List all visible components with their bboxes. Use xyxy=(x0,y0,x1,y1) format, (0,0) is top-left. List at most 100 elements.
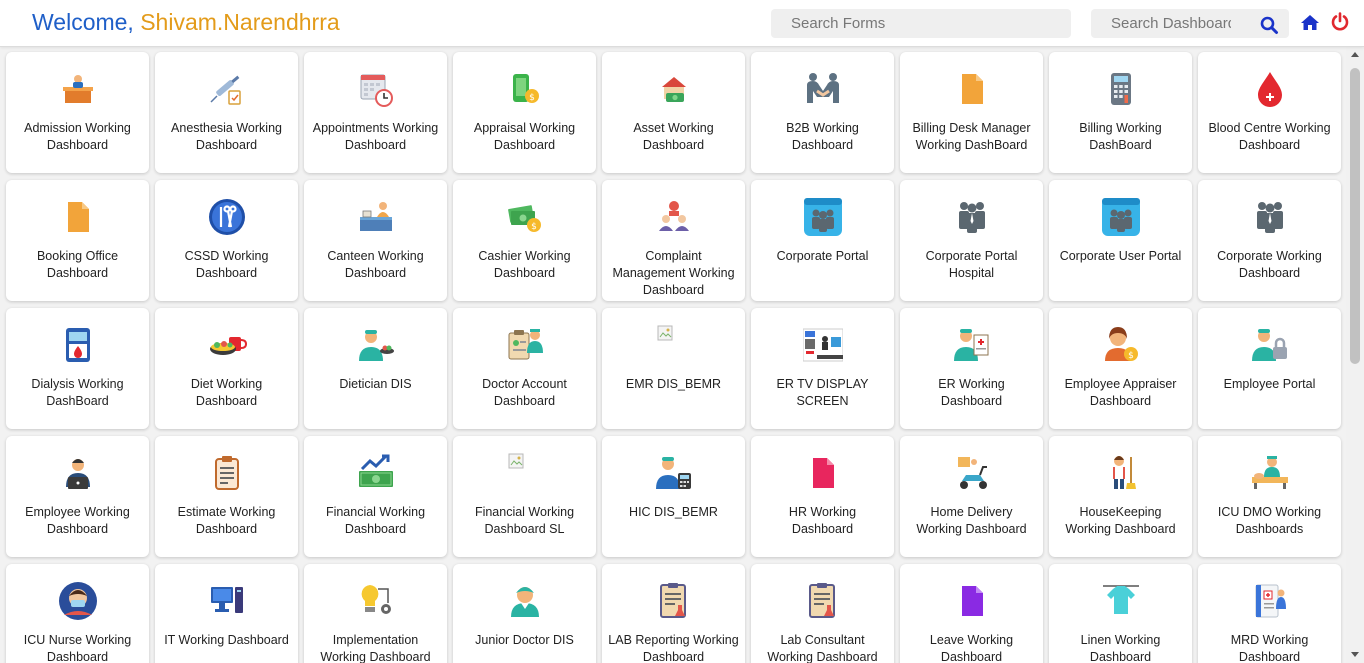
dashboard-tile[interactable]: B2B Working Dashboard xyxy=(751,52,894,173)
dashboard-tile-label: Corporate User Portal xyxy=(1059,249,1182,263)
dashboard-tile[interactable]: EMR DIS_BEMR xyxy=(602,308,745,429)
dashboard-tile[interactable]: Financial Working Dashboard xyxy=(304,436,447,557)
dashboard-tile[interactable]: Financial Working Dashboard SL xyxy=(453,436,596,557)
broken-image-icon xyxy=(654,325,694,365)
dashboard-tile[interactable]: ER TV DISPLAY SCREEN xyxy=(751,308,894,429)
housekeeper-icon xyxy=(1101,453,1141,493)
junior-doctor-icon xyxy=(505,581,545,621)
top-header: Welcome, Shivam.Narendhrra xyxy=(0,0,1364,47)
dashboard-tile[interactable]: Junior Doctor DIS xyxy=(453,564,596,663)
scroll-down-arrow[interactable] xyxy=(1351,652,1359,657)
dashboard-tile[interactable]: Corporate Working Dashboard xyxy=(1198,180,1341,301)
dashboard-tile[interactable]: Booking Office Dashboard xyxy=(6,180,149,301)
dashboard-tile[interactable]: Asset Working Dashboard xyxy=(602,52,745,173)
dashboard-tile[interactable]: HIC DIS_BEMR xyxy=(602,436,745,557)
scroll-up-arrow[interactable] xyxy=(1351,52,1359,57)
calculator-icon xyxy=(1101,69,1141,109)
dashboard-tile-label: Corporate Portal Hospital xyxy=(925,249,1018,280)
dashboard-tile-label: Anesthesia Working Dashboard xyxy=(171,121,282,152)
dashboard-tile[interactable]: $ Employee Appraiser Dashboard xyxy=(1049,308,1192,429)
dashboard-tile-label: Canteen Working Dashboard xyxy=(327,249,424,280)
dashboard-tile[interactable]: IT Working Dashboard xyxy=(155,564,298,663)
dashboard-tile[interactable]: Leave Working Dashboard xyxy=(900,564,1043,663)
dashboard-tile[interactable]: ICU DMO Working Dashboards xyxy=(1198,436,1341,557)
dashboard-tile[interactable]: Appointments Working Dashboard xyxy=(304,52,447,173)
dashboard-tile[interactable]: Corporate Portal xyxy=(751,180,894,301)
dashboard-tile[interactable]: $ Appraisal Working Dashboard xyxy=(453,52,596,173)
search-forms-input[interactable] xyxy=(771,9,1071,38)
dashboard-tile[interactable]: Diet Working Dashboard xyxy=(155,308,298,429)
dashboard-tile-label: Doctor Account Dashboard xyxy=(482,377,567,408)
lab-report-icon xyxy=(654,581,694,621)
doctor-calculator-icon xyxy=(654,453,694,493)
home-icon[interactable] xyxy=(1300,13,1320,33)
dashboard-tile[interactable]: ER Working Dashboard xyxy=(900,308,1043,429)
vertical-scrollbar[interactable] xyxy=(1346,46,1364,663)
dashboard-tile[interactable]: HouseKeeping Working Dashboard xyxy=(1049,436,1192,557)
dashboard-tile[interactable]: Corporate Portal Hospital xyxy=(900,180,1043,301)
document-pink-icon xyxy=(803,453,843,493)
dashboard-tile[interactable]: Lab Consultant Working Dashboard xyxy=(751,564,894,663)
cash-coins-icon: $ xyxy=(505,197,545,237)
dashboard-tile-label: Junior Doctor DIS xyxy=(475,633,574,647)
dashboard-tile[interactable]: Implementation Working Dashboard xyxy=(304,564,447,663)
dashboard-tile-label: Employee Working Dashboard xyxy=(25,505,130,536)
welcome-message: Welcome, Shivam.Narendhrra xyxy=(32,9,340,36)
dashboard-tile[interactable]: MRD Working Dashboard xyxy=(1198,564,1341,663)
dashboard-tile[interactable]: $ Cashier Working Dashboard xyxy=(453,180,596,301)
search-icon[interactable] xyxy=(1259,15,1279,35)
complaint-people-icon xyxy=(654,197,694,237)
dashboard-tile[interactable]: Doctor Account Dashboard xyxy=(453,308,596,429)
dashboard-tile-label: ICU DMO Working Dashboards xyxy=(1217,505,1322,536)
dashboard-tile[interactable]: LAB Reporting Working Dashboard xyxy=(602,564,745,663)
blood-drop-icon xyxy=(1250,69,1290,109)
dashboard-tile-label: Estimate Working Dashboard xyxy=(177,505,276,536)
clipboard-icon xyxy=(207,453,247,493)
dashboard-tile[interactable]: CSSD Working Dashboard xyxy=(155,180,298,301)
dashboard-tile-label: Employee Appraiser Dashboard xyxy=(1064,377,1177,408)
app-window: Welcome, Shivam.Narendhrra Admission Wor… xyxy=(0,0,1364,663)
scroll-thumb[interactable] xyxy=(1350,68,1360,364)
dashboard-tile[interactable]: Dietician DIS xyxy=(304,308,447,429)
dashboard-tile[interactable]: Estimate Working Dashboard xyxy=(155,436,298,557)
employee-coin-icon: $ xyxy=(1101,325,1141,365)
document-purple-icon xyxy=(952,581,992,621)
dashboard-tile[interactable]: Admission Working Dashboard xyxy=(6,52,149,173)
dashboard-tile[interactable]: Billing Working DashBoard xyxy=(1049,52,1192,173)
delivery-scooter-icon xyxy=(952,453,992,493)
dashboard-tile-label: Financial Working Dashboard xyxy=(325,505,426,536)
document-icon xyxy=(58,197,98,237)
dashboard-tile-label: ICU Nurse Working Dashboard xyxy=(23,633,132,663)
dashboard-tile-label: Billing Working DashBoard xyxy=(1079,121,1162,152)
dashboard-tile[interactable]: Home Delivery Working Dashboard xyxy=(900,436,1043,557)
admission-desk-icon xyxy=(58,69,98,109)
dashboard-tile[interactable]: Employee Portal xyxy=(1198,308,1341,429)
dashboard-tile-label: Complaint Management Working Dashboard xyxy=(612,249,735,297)
dashboard-grid: Admission Working Dashboard Anesthesia Wo… xyxy=(6,52,1343,663)
dashboard-tile[interactable]: Employee Working Dashboard xyxy=(6,436,149,557)
doctor-clipboard-icon xyxy=(505,325,545,365)
dashboard-tile[interactable]: Anesthesia Working Dashboard xyxy=(155,52,298,173)
dashboard-tile-label: Asset Working Dashboard xyxy=(633,121,714,152)
dashboard-tile-label: HouseKeeping Working Dashboard xyxy=(1065,505,1176,536)
dashboard-tile[interactable]: HR Working Dashboard xyxy=(751,436,894,557)
document-icon xyxy=(952,69,992,109)
corporate-portal-icon xyxy=(1101,197,1141,237)
dashboard-tile[interactable]: Corporate User Portal xyxy=(1049,180,1192,301)
search-dashboards-input[interactable] xyxy=(1091,9,1251,38)
dashboard-tile[interactable]: ICU Nurse Working Dashboard xyxy=(6,564,149,663)
dashboard-tile[interactable]: Canteen Working Dashboard xyxy=(304,180,447,301)
dashboard-tile[interactable]: Complaint Management Working Dashboard xyxy=(602,180,745,301)
dashboard-tile-label: HR Working Dashboard xyxy=(788,505,857,536)
doctor-lock-icon xyxy=(1250,325,1290,365)
dashboard-tile[interactable]: Billing Desk Manager Working DashBoard xyxy=(900,52,1043,173)
dashboard-tile-label: Home Delivery Working Dashboard xyxy=(916,505,1027,536)
dashboard-tile[interactable]: Dialysis Working DashBoard xyxy=(6,308,149,429)
tv-display-icon xyxy=(802,325,843,365)
dashboard-tile-label: MRD Working Dashboard xyxy=(1230,633,1309,663)
dashboard-tile[interactable]: Linen Working Dashboard xyxy=(1049,564,1192,663)
lightbulb-gear-icon xyxy=(356,581,396,621)
dashboard-tile[interactable]: Blood Centre Working Dashboard xyxy=(1198,52,1341,173)
power-icon[interactable] xyxy=(1330,12,1350,32)
dashboard-tile-label: Appointments Working Dashboard xyxy=(312,121,439,152)
